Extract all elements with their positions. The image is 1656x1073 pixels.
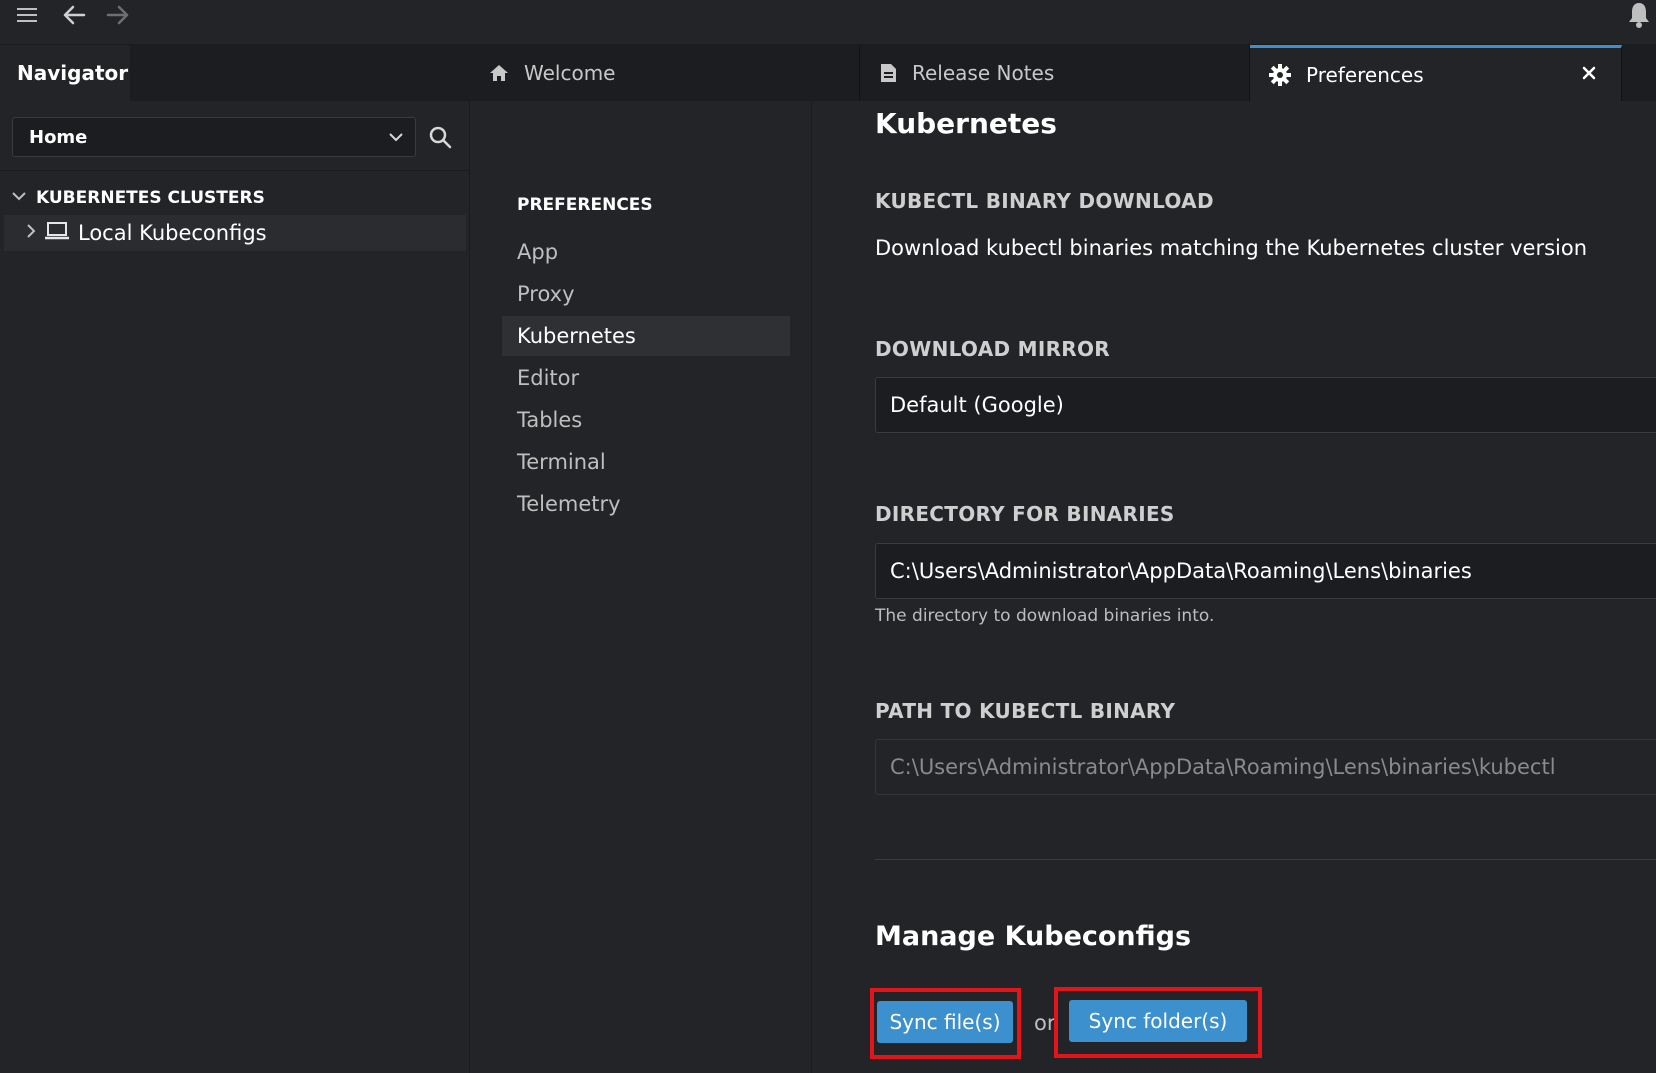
preferences-heading: PREFERENCES — [517, 195, 653, 215]
kubectl-download-description: Download kubectl binaries matching the K… — [875, 236, 1588, 260]
tab-preferences-label: Preferences — [1306, 62, 1424, 87]
sync-files-button[interactable]: Sync file(s) — [877, 1001, 1013, 1043]
pref-item-editor[interactable]: Editor — [502, 358, 790, 398]
search-icon[interactable] — [428, 125, 452, 153]
pref-item-label: Editor — [517, 366, 580, 390]
back-arrow-icon[interactable] — [60, 0, 88, 30]
directory-hint: The directory to download binaries into. — [875, 606, 1215, 626]
context-select-value: Home — [29, 126, 88, 148]
tree-item-label: Local Kubeconfigs — [78, 221, 267, 245]
chevron-down-icon — [10, 187, 28, 210]
kubectl-path-input[interactable]: C:\Users\Administrator\AppData\Roaming\L… — [875, 739, 1656, 795]
home-icon — [488, 63, 510, 83]
pref-item-proxy[interactable]: Proxy — [502, 274, 790, 314]
menu-icon[interactable] — [16, 0, 40, 30]
pref-item-label: App — [517, 240, 559, 264]
preferences-content: Kubernetes KUBECTL BINARY DOWNLOAD Downl… — [813, 101, 1656, 1073]
pref-item-tables[interactable]: Tables — [502, 400, 790, 440]
directory-value: C:\Users\Administrator\AppData\Roaming\L… — [890, 559, 1472, 583]
main-tabstrip: Welcome Release Notes Preferences — [470, 45, 1656, 101]
chevron-down-icon — [387, 128, 405, 151]
pref-item-label: Terminal — [517, 450, 606, 474]
sync-folders-label: Sync folder(s) — [1088, 1009, 1228, 1033]
tab-release-notes-label: Release Notes — [912, 61, 1055, 85]
bell-icon[interactable] — [1626, 0, 1652, 30]
tab-release-notes[interactable]: Release Notes — [860, 45, 1250, 101]
document-icon — [878, 62, 898, 84]
pref-item-app[interactable]: App — [502, 232, 790, 272]
manage-kubeconfigs-title: Manage Kubeconfigs — [875, 921, 1192, 952]
gear-icon — [1268, 63, 1292, 87]
tab-welcome-label: Welcome — [524, 61, 616, 85]
kubectl-path-placeholder: C:\Users\Administrator\AppData\Roaming\L… — [890, 755, 1556, 779]
tree-item-local-kubeconfigs[interactable]: Local Kubeconfigs — [4, 215, 466, 251]
page-title: Kubernetes — [875, 107, 1057, 140]
preferences-sidebar: PREFERENCES App Proxy Kubernetes Editor … — [470, 101, 812, 1073]
tab-preferences[interactable]: Preferences — [1250, 45, 1622, 101]
directory-label: DIRECTORY FOR BINARIES — [875, 502, 1175, 526]
pref-item-kubernetes[interactable]: Kubernetes — [502, 316, 790, 356]
download-mirror-value: Default (Google) — [890, 393, 1064, 417]
app-window: Navigator Home KUBERNETES CLUSTERS Local… — [0, 0, 1656, 1073]
close-icon[interactable] — [1579, 63, 1599, 88]
sync-folders-button[interactable]: Sync folder(s) — [1069, 1000, 1247, 1042]
navigator-panel: Navigator Home KUBERNETES CLUSTERS Local… — [0, 45, 470, 1073]
top-bar — [0, 0, 1656, 45]
forward-arrow-icon[interactable] — [104, 0, 132, 30]
tree-header-label: KUBERNETES CLUSTERS — [36, 188, 265, 208]
pref-item-label: Kubernetes — [517, 324, 636, 348]
laptop-icon — [44, 221, 70, 246]
tab-navigator[interactable]: Navigator — [0, 45, 131, 101]
pref-item-label: Proxy — [517, 282, 575, 306]
tab-navigator-label: Navigator — [17, 61, 129, 85]
pref-item-label: Tables — [517, 408, 583, 432]
kubectl-download-label: KUBECTL BINARY DOWNLOAD — [875, 189, 1214, 213]
pref-item-terminal[interactable]: Terminal — [502, 442, 790, 482]
pref-item-label: Telemetry — [517, 492, 621, 516]
context-row: Home — [0, 101, 470, 171]
context-select[interactable]: Home — [12, 117, 416, 157]
pref-item-telemetry[interactable]: Telemetry — [502, 484, 790, 524]
sync-files-label: Sync file(s) — [889, 1010, 1001, 1034]
or-text: or — [1034, 1011, 1056, 1035]
tree-header[interactable]: KUBERNETES CLUSTERS — [10, 181, 265, 215]
download-mirror-label: DOWNLOAD MIRROR — [875, 337, 1110, 361]
tab-welcome[interactable]: Welcome — [470, 45, 860, 101]
directory-input[interactable]: C:\Users\Administrator\AppData\Roaming\L… — [875, 543, 1656, 599]
kubectl-path-label: PATH TO KUBECTL BINARY — [875, 699, 1176, 723]
section-divider — [875, 859, 1656, 860]
navigator-tabstrip: Navigator — [0, 45, 470, 101]
chevron-right-icon[interactable] — [24, 221, 38, 245]
download-mirror-select[interactable]: Default (Google) — [875, 377, 1656, 433]
